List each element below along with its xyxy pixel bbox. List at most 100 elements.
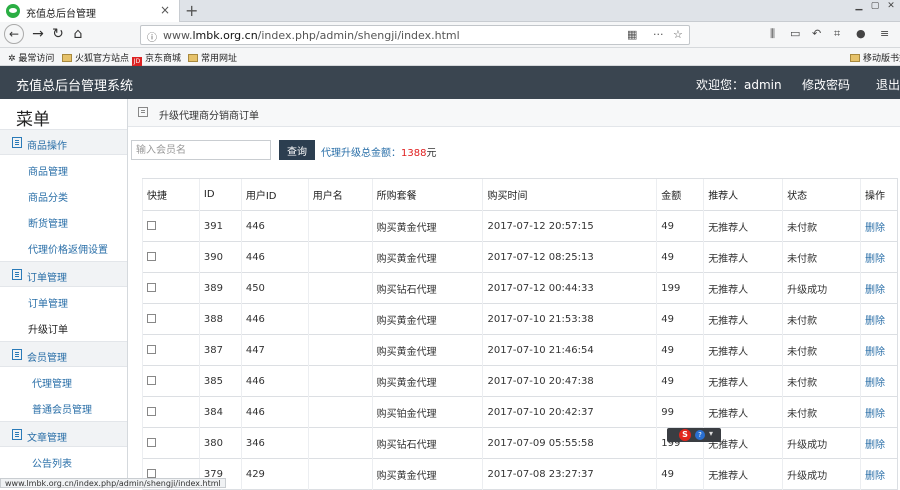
logout-link[interactable]: 退出 — [876, 76, 900, 93]
sidebar-group-orders[interactable]: 订单管理 — [0, 261, 127, 287]
cell-username — [307, 272, 373, 304]
cell-time: 2017-07-10 20:42:37 — [482, 396, 657, 428]
cell-username — [307, 458, 373, 490]
row-checkbox[interactable] — [147, 344, 156, 354]
delete-link[interactable]: 删除 — [859, 303, 898, 335]
delete-link[interactable]: 删除 — [859, 396, 898, 428]
sidebar-group-articles[interactable]: 文章管理 — [0, 421, 127, 447]
breadcrumb-text: 升级代理商分销商订单 — [159, 111, 259, 122]
delete-link[interactable]: 删除 — [859, 458, 898, 490]
cell-time: 2017-07-08 23:27:37 — [482, 458, 657, 490]
crop-icon[interactable]: ⌗ — [834, 27, 840, 41]
bookmark-mobile[interactable]: 移动版书签 — [850, 51, 900, 64]
cell-package: 购买黄金代理 — [371, 303, 483, 335]
page-info-icon[interactable]: ⓘ — [147, 29, 157, 44]
chat-icon[interactable]: ● — [856, 27, 866, 40]
change-password-link[interactable]: 修改密码 — [802, 76, 850, 93]
row-checkbox[interactable] — [147, 437, 156, 447]
help-icon[interactable]: ? — [695, 430, 705, 440]
library-icon[interactable]: ⫼ — [770, 27, 775, 41]
cell-username — [307, 396, 373, 428]
new-tab-icon[interactable]: + — [185, 1, 198, 20]
row-checkbox[interactable] — [147, 282, 156, 292]
sidebar-item-out-of-stock[interactable]: 断货管理 — [0, 208, 127, 234]
address-bar[interactable]: ⓘ www.lmbk.org.cn/index.php/admin/shengj… — [140, 25, 690, 45]
ime-toolbar[interactable]: S ? ▾ — [667, 428, 721, 442]
row-checkbox[interactable] — [147, 468, 156, 478]
delete-link[interactable]: 删除 — [859, 210, 898, 242]
cell-status: 未付款 — [782, 396, 861, 428]
cell-amount: 49 — [656, 303, 704, 335]
cell-time: 2017-07-12 00:44:33 — [482, 272, 657, 304]
sidebar-item-announcements[interactable]: 公告列表 — [0, 448, 127, 474]
maximize-icon[interactable]: ▢ — [868, 0, 882, 12]
sidebar-group-members[interactable]: 会员管理 — [0, 341, 127, 367]
cell-status: 未付款 — [782, 365, 861, 397]
cell-uid: 446 — [240, 210, 309, 242]
more-actions-icon[interactable]: ··· — [653, 28, 664, 41]
cell-time: 2017-07-10 21:46:54 — [482, 334, 657, 366]
sidebar-item-member-management[interactable]: 普通会员管理 — [0, 394, 127, 420]
list-icon — [12, 349, 22, 360]
reload-icon[interactable]: ↻ — [50, 26, 66, 42]
sidebar-item-agent-pricing[interactable]: 代理价格返佣设置 — [0, 234, 127, 260]
col-header: 快捷 — [142, 178, 200, 211]
table-row: 384 446 购买铂金代理 2017-07-10 20:42:37 99 无推荐人 未付款… — [142, 396, 898, 428]
row-checkbox[interactable] — [147, 220, 156, 230]
menu-icon[interactable]: ≡ — [880, 27, 889, 40]
qr-code-icon[interactable]: ▦ — [627, 28, 637, 41]
table-row: 379 429 购买黄金代理 2017-07-08 23:27:37 49 无推荐人 升级成… — [142, 458, 898, 490]
search-button[interactable]: 查询 — [279, 140, 315, 160]
delete-link[interactable]: 删除 — [859, 241, 898, 273]
cell-status: 升级成功 — [782, 272, 861, 304]
bookmark-common[interactable]: 常用网址 — [188, 51, 237, 64]
delete-link[interactable]: 删除 — [859, 365, 898, 397]
sogou-icon[interactable]: S — [679, 429, 691, 441]
orders-table: 快捷 ID 用户ID 用户名 所购套餐 购买时间 金额 推荐人 状态 操作 39… — [142, 178, 898, 490]
row-checkbox[interactable] — [147, 251, 156, 261]
table-row: 391 446 购买黄金代理 2017-07-12 20:57:15 49 无推荐人 未付款… — [142, 210, 898, 242]
sidebar-item-order-management[interactable]: 订单管理 — [0, 288, 127, 314]
table-row: 390 446 购买黄金代理 2017-07-12 08:25:13 49 无推荐人 未付款… — [142, 241, 898, 273]
cell-uid: 446 — [240, 396, 309, 428]
delete-link[interactable]: 删除 — [859, 334, 898, 366]
col-header: 购买时间 — [482, 178, 657, 211]
browser-tab[interactable]: 充值总后台管理 × — [0, 0, 180, 22]
minimize-icon[interactable]: ▁ — [852, 0, 866, 12]
window-close-icon[interactable]: ✕ — [884, 0, 898, 12]
sidebar-item-product-management[interactable]: 商品管理 — [0, 156, 127, 182]
sidebar-group-products[interactable]: 商品操作 — [0, 129, 127, 155]
bookmark-star-icon[interactable]: ☆ — [673, 28, 683, 41]
cell-uid: 447 — [240, 334, 309, 366]
cell-status: 升级成功 — [782, 458, 861, 490]
bookmark-most-visited[interactable]: ✲ 最常访问 — [8, 51, 54, 64]
list-icon — [12, 269, 22, 280]
row-checkbox[interactable] — [147, 406, 156, 416]
sidebar: 菜单 商品操作 商品管理 商品分类 断货管理 代理价格返佣设置 订单管理 订单管… — [0, 99, 128, 488]
chevron-down-icon[interactable]: ▾ — [709, 429, 713, 438]
table-header-row: 快捷 ID 用户ID 用户名 所购套餐 购买时间 金额 推荐人 状态 操作 — [142, 178, 898, 211]
cell-id: 391 — [198, 210, 242, 242]
url-text[interactable]: www.lmbk.org.cn/index.php/admin/shengji/… — [163, 29, 460, 42]
col-header: 推荐人 — [703, 178, 783, 211]
sidebar-item-agent-management[interactable]: 代理管理 — [0, 368, 127, 394]
delete-link[interactable]: 删除 — [859, 272, 898, 304]
tab-close-icon[interactable]: × — [160, 3, 170, 17]
member-search-input[interactable] — [131, 140, 271, 160]
cell-referrer: 无推荐人 — [703, 396, 783, 428]
row-select-cell — [142, 396, 200, 428]
home-icon[interactable]: ⌂ — [70, 26, 86, 42]
row-checkbox[interactable] — [147, 375, 156, 385]
undo-icon[interactable]: ↶ — [812, 27, 821, 40]
forward-icon[interactable]: → — [30, 26, 46, 42]
bookmark-jd[interactable]: JD 京东商城 — [132, 51, 181, 67]
sidebar-icon[interactable]: ▭ — [790, 27, 800, 40]
cell-amount: 99 — [656, 396, 704, 428]
delete-link[interactable]: 删除 — [859, 427, 898, 459]
row-checkbox[interactable] — [147, 313, 156, 323]
back-icon[interactable]: ← — [4, 24, 24, 44]
sidebar-item-product-category[interactable]: 商品分类 — [0, 182, 127, 208]
sidebar-item-upgrade-orders[interactable]: 升级订单 — [0, 314, 127, 340]
row-select-cell — [142, 334, 200, 366]
bookmark-firefox[interactable]: 火狐官方站点 — [62, 51, 129, 64]
